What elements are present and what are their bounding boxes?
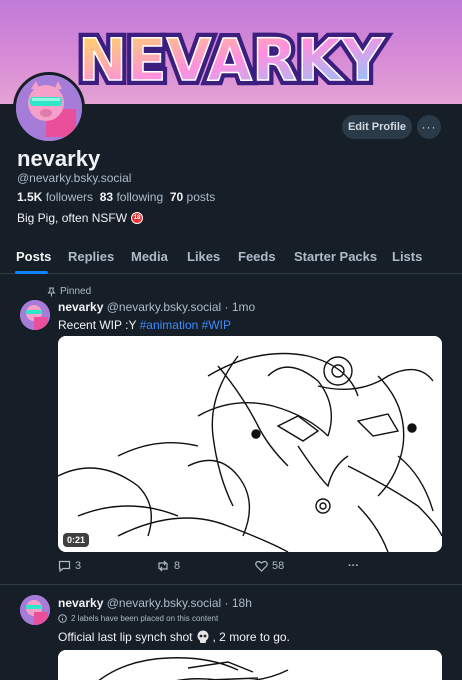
hashtag-animation[interactable]: #animation: [140, 318, 199, 332]
pinned-label: Pinned: [60, 286, 92, 297]
tab-likes[interactable]: Likes: [187, 249, 220, 264]
post-time[interactable]: · 1mo: [225, 300, 256, 314]
reply-count: 3: [75, 560, 82, 572]
display-name: nevarky: [17, 146, 101, 171]
tab-posts[interactable]: Posts: [16, 249, 51, 264]
pin-icon: [47, 287, 56, 296]
info-icon: [58, 614, 67, 623]
bio-text: Big Pig, often NSFW: [17, 211, 128, 225]
post-text: Recent WIP :Y #animation #WIP: [58, 318, 231, 332]
video-embed[interactable]: [58, 650, 442, 680]
content-labels-notice[interactable]: 2 labels have been placed on this conten…: [58, 614, 218, 623]
followers-link[interactable]: 1.5K followers: [17, 190, 93, 204]
reply-icon: [58, 560, 71, 572]
posts-count: 70 posts: [169, 190, 216, 204]
profile-more-button[interactable]: ···: [417, 115, 441, 139]
more-icon: ···: [348, 560, 359, 572]
post-text: Official last lip synch shot , 2 more to…: [58, 630, 290, 644]
tab-media[interactable]: Media: [131, 249, 168, 264]
skull-emoji-icon: [197, 630, 209, 643]
profile-stats: 1.5K followers 83 following 70 posts: [17, 190, 215, 204]
post-body: Recent WIP :Y: [58, 318, 137, 332]
video-duration: 0:21: [63, 533, 90, 547]
like-count: 58: [272, 560, 285, 572]
repost-count: 8: [174, 560, 181, 572]
post-handle[interactable]: @nevarky.bsky.social: [107, 300, 221, 314]
repost-button[interactable]: 8: [156, 560, 180, 572]
post-author[interactable]: nevarky: [58, 596, 103, 610]
like-button[interactable]: 58: [255, 560, 284, 572]
post-time[interactable]: · 18h: [225, 596, 252, 610]
profile-bio: Big Pig, often NSFW 18: [17, 211, 144, 225]
post-author[interactable]: nevarky: [58, 300, 103, 314]
tab-lists[interactable]: Lists: [392, 249, 422, 264]
profile-tabs: Posts Replies Media Likes Feeds Starter …: [0, 244, 462, 274]
following-link[interactable]: 83 following: [100, 190, 163, 204]
more-icon: ···: [421, 120, 437, 134]
video-embed[interactable]: 0:21: [58, 336, 442, 552]
tab-replies[interactable]: Replies: [68, 249, 114, 264]
post-more-button[interactable]: ···: [348, 560, 359, 572]
heart-icon: [255, 560, 268, 572]
pinned-indicator: Pinned: [47, 286, 91, 297]
hashtag-wip[interactable]: #WIP: [202, 318, 231, 332]
active-tab-indicator: [15, 271, 48, 274]
post-actions: 3 8 58 ···: [58, 560, 378, 576]
post-avatar[interactable]: [20, 595, 50, 625]
profile-avatar[interactable]: [13, 72, 85, 144]
sketch-thumbnail: [58, 336, 442, 552]
reply-button[interactable]: 3: [58, 560, 81, 572]
profile-handle: @nevarky.bsky.social: [17, 171, 132, 185]
post-meta: nevarky @nevarky.bsky.social · 18h: [58, 596, 252, 610]
post-divider: [0, 584, 462, 585]
post-body: Official last lip synch shot: [58, 630, 193, 644]
labels-notice-text: 2 labels have been placed on this conten…: [71, 614, 219, 623]
post-avatar[interactable]: [20, 300, 50, 330]
edit-profile-button[interactable]: Edit Profile: [342, 115, 412, 139]
tab-feeds[interactable]: Feeds: [238, 249, 276, 264]
nsfw-18-icon: 18: [131, 212, 144, 224]
repost-icon: [158, 560, 168, 572]
svg-text:NEVARKY: NEVARKY: [78, 26, 385, 94]
post-body-end: , 2 more to go.: [212, 630, 290, 644]
post-meta: nevarky @nevarky.bsky.social · 1mo: [58, 300, 255, 314]
tab-starter-packs[interactable]: Starter Packs: [294, 249, 377, 264]
post-handle[interactable]: @nevarky.bsky.social: [107, 596, 221, 610]
sketch-thumbnail: [58, 650, 442, 680]
